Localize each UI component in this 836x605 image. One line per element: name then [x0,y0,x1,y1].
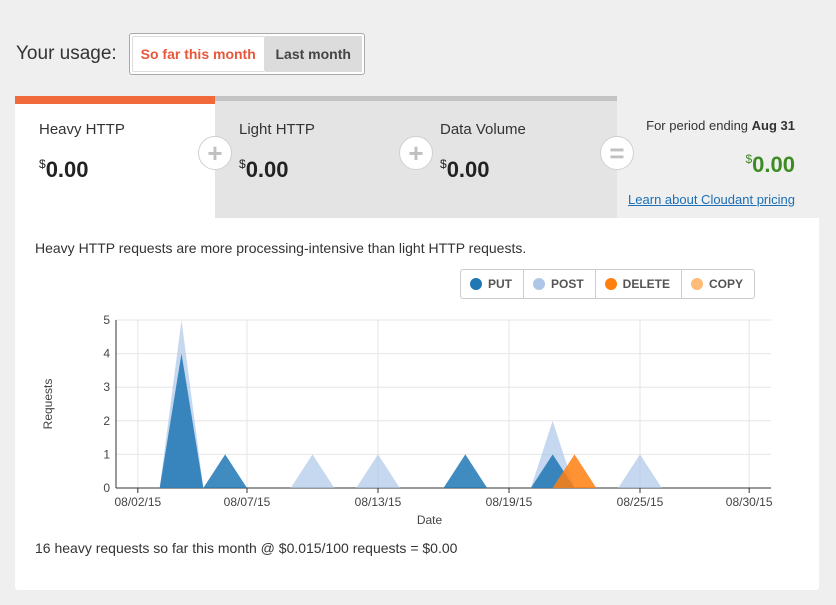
tab-title: Data Volume [440,121,526,138]
tab-data-volume[interactable]: Data Volume $0.00 [416,96,617,218]
data-point-post [618,454,662,488]
data-point-post [290,454,335,488]
so-far-this-month-button[interactable]: So far this month [131,36,265,72]
y-tick-label: 4 [103,347,110,361]
equals-icon: = [600,136,634,170]
total-amount: $0.00 [745,152,795,177]
requests-chart: 0 1 2 3 4 5 08/02/15 08/07/15 08/13/15 08/19/15 08… [41,313,773,527]
x-tick-label: 08/02/15 [114,495,161,509]
x-tick-label: 08/07/15 [224,495,271,509]
y-tick-label: 1 [103,447,110,461]
x-axis-label: Date [417,513,443,527]
plus-icon: + [198,136,232,170]
tab-amount: $0.00 [239,157,289,182]
y-tick-label: 5 [103,313,110,327]
tab-amount: $0.00 [39,157,89,182]
usage-selector: Your usage: So far this month Last month [16,33,365,75]
data-point-put [203,454,247,488]
tab-light-http[interactable]: Light HTTP $0.00 [215,96,416,218]
period-toggle: So far this month Last month [128,33,365,75]
usage-summary: For period ending Aug 31 $0.00 Learn abo… [617,96,819,218]
data-point-post [356,454,400,488]
y-axis-label: Requests [41,379,55,430]
y-tick-label: 3 [103,380,110,394]
data-point-put [443,454,488,488]
pricing-link[interactable]: Learn about Cloudant pricing [628,192,795,207]
tab-title: Light HTTP [239,121,315,138]
y-tick-label: 2 [103,414,110,428]
tab-heavy-http[interactable]: Heavy HTTP $0.00 [15,96,215,218]
tab-amount: $0.00 [440,157,490,182]
last-month-button[interactable]: Last month [264,36,362,72]
y-tick-label: 0 [103,481,110,495]
x-tick-label: 08/25/15 [617,495,664,509]
x-tick-label: 08/13/15 [355,495,402,509]
usage-label: Your usage: [16,43,117,64]
plus-icon: + [399,136,433,170]
x-tick-label: 08/19/15 [486,495,533,509]
x-tick-label: 08/30/15 [726,495,773,509]
usage-footer: 16 heavy requests so far this month @ $0… [35,540,458,556]
chart-panel: Heavy HTTP requests are more processing-… [15,218,819,590]
tab-title: Heavy HTTP [39,121,125,138]
period-ending: For period ending Aug 31 [646,118,795,133]
